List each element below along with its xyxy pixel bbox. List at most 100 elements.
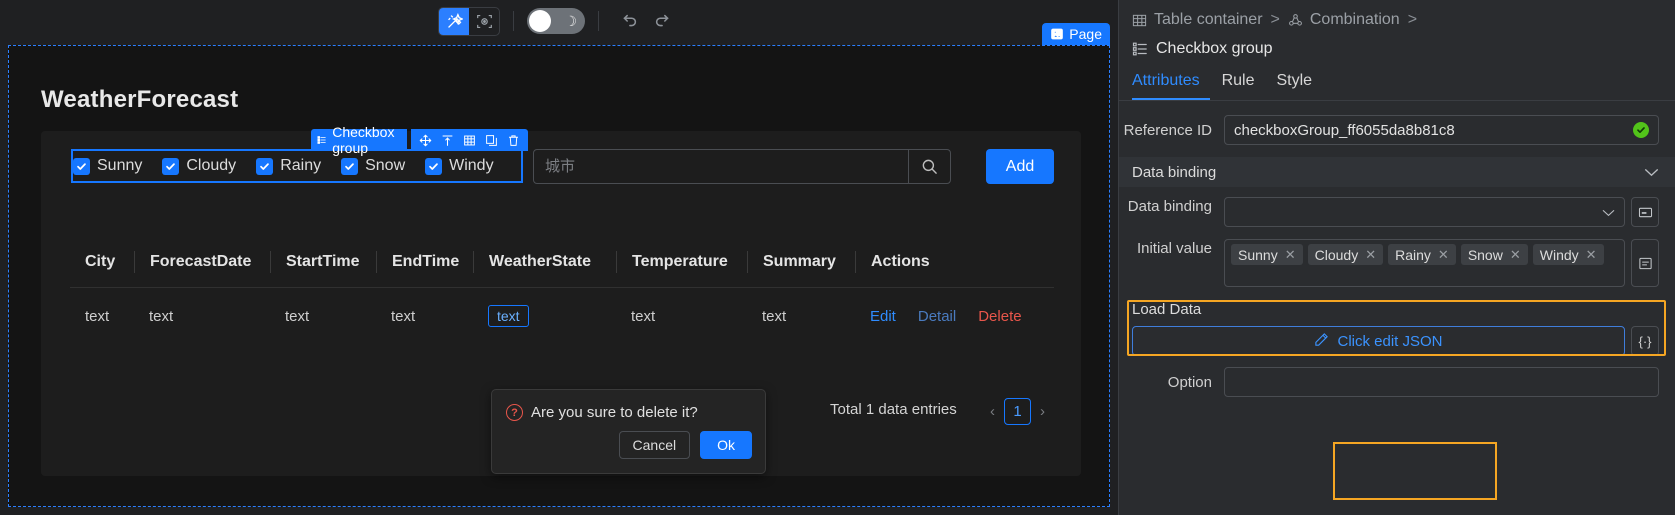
option-select[interactable] xyxy=(1224,367,1659,397)
checkbox-label: Windy xyxy=(449,157,494,174)
reference-id-field: Reference ID checkboxGroup_ff6055da8b81c… xyxy=(1119,101,1675,145)
list-icon[interactable] xyxy=(1631,239,1659,287)
checkbox-group-tag[interactable]: Checkbox group xyxy=(311,124,408,156)
tag-label: Sunny xyxy=(1238,246,1278,263)
tab-rule[interactable]: Rule xyxy=(1222,72,1277,100)
table-icon[interactable] xyxy=(460,131,479,149)
pagination: ‹ 1 › xyxy=(990,398,1045,425)
tag-windy[interactable]: Windy ✕ xyxy=(1532,244,1604,265)
delete-link[interactable]: Delete xyxy=(978,308,1021,325)
column-header-city: City xyxy=(85,252,116,270)
page-badge-label: Page xyxy=(1069,26,1102,42)
prev-page-button[interactable]: ‹ xyxy=(990,403,995,420)
initial-value-label: Initial value xyxy=(1136,240,1212,257)
detail-link[interactable]: Detail xyxy=(918,308,956,325)
breadcrumb-label: Table container xyxy=(1154,11,1263,28)
page-canvas[interactable]: Page WeatherForecast Checkbox group Sunn… xyxy=(8,23,1110,507)
close-icon[interactable]: ✕ xyxy=(1586,247,1597,263)
reference-id-value: checkboxGroup_ff6055da8b81c8 xyxy=(1234,121,1455,139)
chevron-down-icon xyxy=(1602,205,1615,220)
delete-icon[interactable] xyxy=(504,131,523,149)
move-icon[interactable] xyxy=(416,131,435,149)
close-icon[interactable]: ✕ xyxy=(1438,247,1449,263)
confirm-buttons: Cancel Ok xyxy=(492,421,765,459)
checkbox-group-icon xyxy=(317,136,326,144)
undo-icon[interactable] xyxy=(612,7,646,35)
properties-panel: Table container > Combination > Checkbox… xyxy=(1118,0,1675,515)
breadcrumb-separator-2: > xyxy=(1407,11,1418,28)
data-binding-select[interactable] xyxy=(1224,197,1625,227)
ok-button[interactable]: Ok xyxy=(700,431,752,459)
align-top-icon[interactable] xyxy=(438,131,457,149)
check-circle-icon xyxy=(1633,122,1649,138)
data-binding-field: Data binding xyxy=(1119,187,1675,227)
page-badge[interactable]: Page xyxy=(1042,23,1110,45)
focus-frame-icon[interactable] xyxy=(469,8,499,35)
current-component-label: Checkbox group xyxy=(1156,40,1273,57)
tag-rainy[interactable]: Rainy ✕ xyxy=(1388,244,1456,265)
tag-cloudy[interactable]: Cloudy ✕ xyxy=(1307,244,1384,265)
table-container-icon xyxy=(1132,14,1147,26)
table-row[interactable]: text text text text text text text Edit … xyxy=(70,288,1054,344)
search-icon[interactable] xyxy=(908,150,950,183)
column-header-starttime: StartTime xyxy=(270,250,376,273)
cell-actions: Edit Detail Delete xyxy=(855,308,1022,325)
cell-forecastdate: text xyxy=(149,307,174,325)
tab-style[interactable]: Style xyxy=(1277,72,1335,100)
reference-id-input[interactable]: checkboxGroup_ff6055da8b81c8 xyxy=(1224,115,1659,145)
breadcrumb-item-table-container[interactable]: Table container xyxy=(1132,11,1263,29)
delete-confirm-popover: ? Are you sure to delete it? Cancel Ok xyxy=(491,389,766,474)
click-edit-json-highlight xyxy=(1333,442,1497,500)
redo-icon[interactable] xyxy=(646,7,680,35)
tag-label: Cloudy xyxy=(1314,246,1359,263)
data-table: City ForecastDate StartTime EndTime Weat… xyxy=(70,236,1054,344)
chevron-down-icon[interactable] xyxy=(1644,165,1659,180)
checkbox-label: Cloudy xyxy=(186,157,237,174)
variable-icon[interactable] xyxy=(1631,197,1659,227)
page-title: WeatherForecast xyxy=(41,86,239,113)
checkbox-item-snow[interactable]: Snow xyxy=(341,157,405,175)
question-circle-icon: ? xyxy=(506,404,523,421)
data-binding-section-label: Data binding xyxy=(1132,163,1217,181)
toolbar-divider-2 xyxy=(598,11,599,31)
column-header-forecastdate: ForecastDate xyxy=(134,250,270,273)
checkbox-group-icon xyxy=(1132,42,1147,56)
add-button[interactable]: Add xyxy=(986,149,1054,184)
breadcrumb-item-combination[interactable]: Combination xyxy=(1288,11,1400,29)
next-page-button[interactable]: › xyxy=(1040,403,1045,420)
weatherstate-chip: text xyxy=(488,305,529,327)
tag-label: Snow xyxy=(1467,246,1503,263)
copy-icon[interactable] xyxy=(482,131,501,149)
checkbox-item-sunny[interactable]: Sunny xyxy=(73,157,142,175)
editor-area: ☽ Page WeatherForecast Checkbox group Su… xyxy=(0,0,1118,515)
table-header-row: City ForecastDate StartTime EndTime Weat… xyxy=(70,236,1054,288)
checkbox-item-rainy[interactable]: Rainy xyxy=(256,157,321,175)
page-number-1[interactable]: 1 xyxy=(1004,398,1031,425)
cancel-button[interactable]: Cancel xyxy=(618,431,691,459)
cell-weatherstate: text xyxy=(473,305,616,327)
tag-snow[interactable]: Snow ✕ xyxy=(1460,244,1528,265)
initial-value-tags[interactable]: Sunny ✕ Cloudy ✕ Rainy ✕ Snow ✕ Windy ✕ xyxy=(1224,239,1625,287)
close-icon[interactable]: ✕ xyxy=(1365,247,1376,263)
cell-summary: text xyxy=(762,307,787,325)
search-input[interactable] xyxy=(534,150,908,183)
checkbox-item-cloudy[interactable]: Cloudy xyxy=(162,157,236,175)
checkbox-item-windy[interactable]: Windy xyxy=(425,157,494,175)
checkbox-checked-icon xyxy=(73,157,90,175)
image-icon xyxy=(1051,28,1064,40)
data-binding-label: Data binding xyxy=(1127,198,1212,215)
tag-sunny[interactable]: Sunny ✕ xyxy=(1231,244,1303,265)
dark-mode-toggle[interactable]: ☽ xyxy=(527,8,585,34)
magic-wand-icon[interactable] xyxy=(439,7,469,35)
close-icon[interactable]: ✕ xyxy=(1285,247,1296,263)
checkbox-group[interactable]: Sunny Cloudy Rainy Snow Windy xyxy=(73,149,514,183)
data-binding-section-header[interactable]: Data binding xyxy=(1119,157,1675,187)
close-icon[interactable]: ✕ xyxy=(1510,247,1521,263)
search-box[interactable] xyxy=(533,149,951,184)
tab-attributes[interactable]: Attributes xyxy=(1132,72,1222,100)
cell-endtime: text xyxy=(391,307,416,325)
edit-link[interactable]: Edit xyxy=(870,308,896,325)
app-root: ☽ Page WeatherForecast Checkbox group Su… xyxy=(0,0,1675,515)
tag-label: Rainy xyxy=(1395,246,1431,263)
top-toolbar: ☽ xyxy=(0,0,1118,42)
